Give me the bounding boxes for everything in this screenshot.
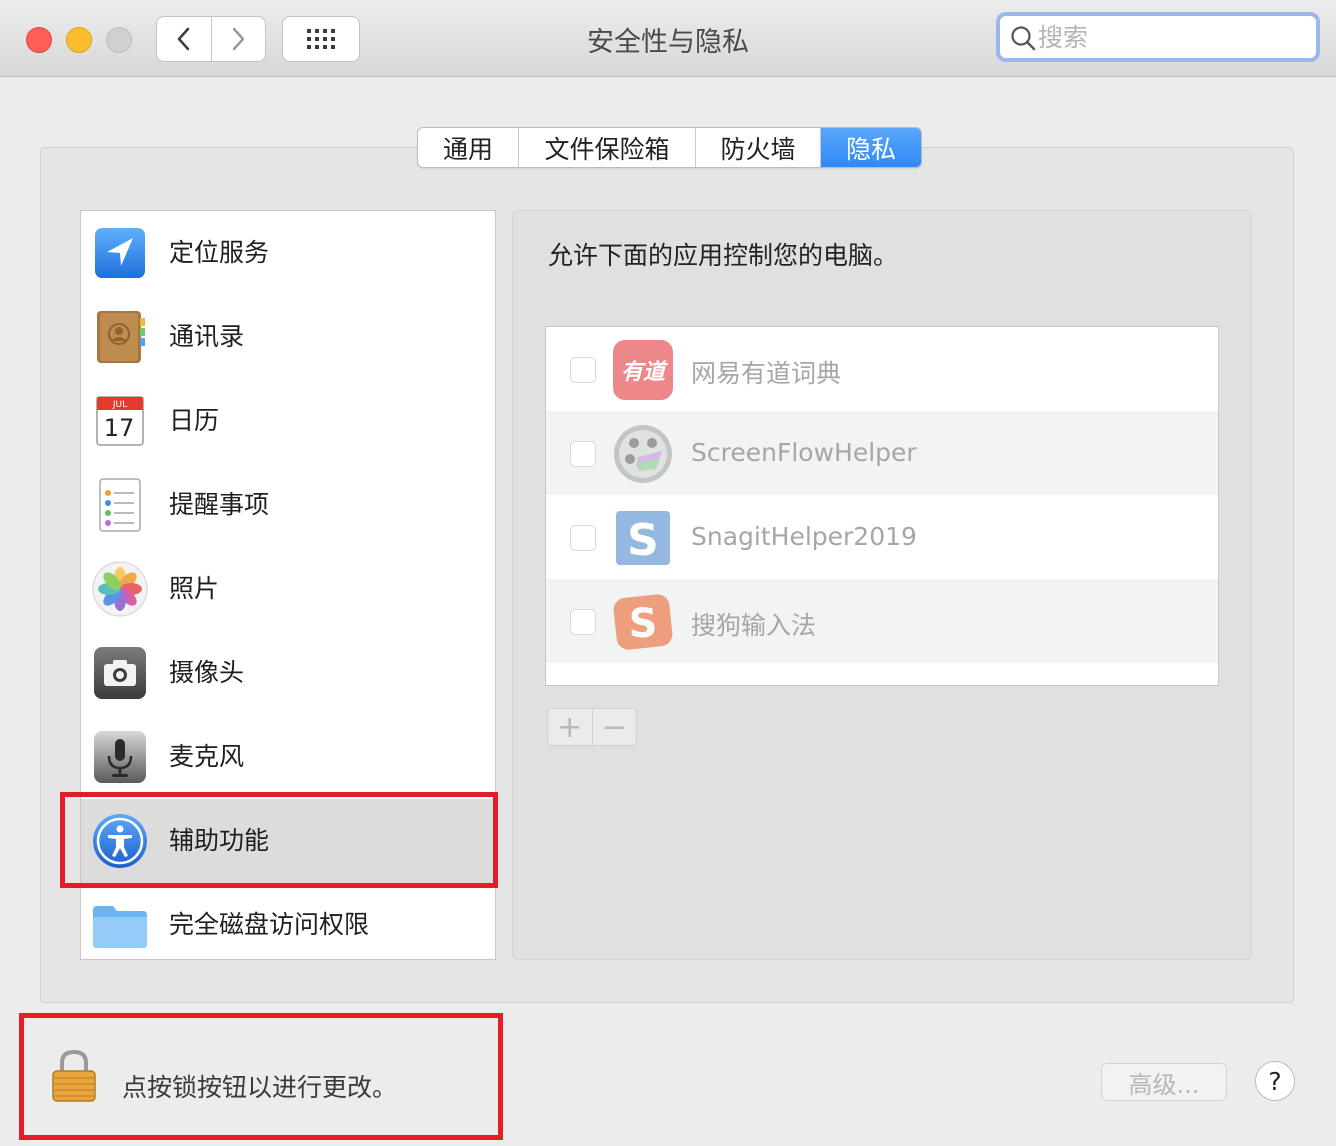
sidebar-item-label: 定位服务 (169, 238, 270, 267)
app-name: ScreenFlowHelper (691, 438, 917, 467)
remove-app-button[interactable]: − (591, 709, 637, 745)
highlight-box-lock (19, 1013, 503, 1140)
search-field[interactable] (996, 12, 1320, 62)
camera-icon (94, 647, 146, 699)
search-input[interactable] (1038, 19, 1308, 55)
sidebar-item-calendar[interactable]: JUL 17 日历 (81, 379, 495, 463)
forward-button[interactable] (210, 17, 266, 61)
tab-filevault[interactable]: 文件保险箱 (518, 128, 695, 167)
sidebar-item-photos[interactable]: 照片 (81, 547, 495, 631)
window-title: 安全性与隐私 (587, 27, 749, 58)
photos-icon (92, 561, 148, 617)
title-bar: 安全性与隐私 (0, 0, 1336, 77)
screenflow-icon (614, 425, 672, 483)
calendar-month-text: JUL (112, 400, 127, 410)
sidebar-item-label: 提醒事项 (169, 490, 270, 519)
app-name: 网易有道词典 (691, 359, 842, 388)
chevron-right-icon (233, 27, 245, 51)
back-button[interactable] (157, 17, 211, 61)
app-row-screenflow[interactable]: ScreenFlowHelper (546, 411, 1218, 495)
tab-firewall[interactable]: 防火墙 (695, 128, 820, 167)
chevron-left-icon (177, 27, 189, 51)
sidebar-item-label: 麦克风 (169, 742, 245, 771)
folder-icon (93, 906, 147, 948)
sidebar-item-camera[interactable]: 摄像头 (81, 631, 495, 715)
app-list: 有道 网易有道词典 ScreenFlowHelper S SnagitHelpe… (545, 326, 1219, 686)
tab-bar: 通用 文件保险箱 防火墙 隐私 (417, 127, 922, 168)
sogou-icon-text: S (629, 601, 658, 647)
minimize-window-button[interactable] (66, 27, 92, 53)
app-checkbox[interactable] (570, 441, 596, 467)
sidebar-item-label: 完全磁盘访问权限 (169, 910, 370, 939)
youdao-icon: 有道 (613, 340, 673, 400)
microphone-icon (94, 731, 146, 783)
app-row-sogou[interactable]: S 搜狗输入法 (546, 579, 1218, 663)
sidebar-item-label: 照片 (169, 574, 220, 603)
help-button[interactable]: ? (1255, 1061, 1295, 1101)
search-icon (1011, 26, 1036, 51)
highlight-box-accessibility (60, 792, 498, 888)
snagit-icon: S (616, 511, 670, 566)
close-window-button[interactable] (26, 27, 52, 53)
tab-privacy[interactable]: 隐私 (820, 128, 921, 167)
sidebar-item-full-disk-access[interactable]: 完全磁盘访问权限 (81, 883, 495, 967)
sidebar-item-microphone[interactable]: 麦克风 (81, 715, 495, 799)
app-checkbox[interactable] (570, 357, 596, 383)
advanced-button[interactable]: 高级... (1101, 1063, 1227, 1101)
navigation-buttons (156, 16, 266, 62)
tab-general[interactable]: 通用 (418, 128, 518, 167)
add-remove-control: + − (547, 708, 637, 746)
zoom-window-button[interactable] (106, 27, 132, 53)
sidebar-item-reminders[interactable]: 提醒事项 (81, 463, 495, 547)
app-checkbox[interactable] (570, 525, 596, 551)
sidebar-item-label: 日历 (169, 406, 220, 435)
security-privacy-window: 安全性与隐私 通用 文件保险箱 防火墙 隐私 定位服务 (0, 0, 1336, 1146)
show-all-button[interactable] (282, 16, 360, 62)
sidebar-item-location-services[interactable]: 定位服务 (81, 211, 495, 295)
sidebar-item-label: 摄像头 (169, 658, 245, 687)
snagit-icon-text: S (627, 515, 659, 566)
calendar-day-text: 17 (104, 414, 135, 442)
youdao-icon-text: 有道 (621, 359, 669, 385)
sogou-icon: S (613, 594, 673, 650)
reminders-icon (99, 478, 141, 532)
sidebar-item-label: 通讯录 (169, 322, 245, 351)
sidebar-item-contacts[interactable]: 通讯录 (81, 295, 495, 379)
app-name: 搜狗输入法 (691, 611, 817, 640)
app-row-snagit[interactable]: S SnagitHelper2019 (546, 495, 1218, 579)
contacts-book-icon (97, 311, 145, 363)
calendar-icon: JUL 17 (96, 396, 144, 446)
grid-icon (307, 29, 335, 49)
location-arrow-icon (95, 228, 145, 278)
add-app-button[interactable]: + (548, 709, 592, 745)
app-row-youdao[interactable]: 有道 网易有道词典 (546, 327, 1218, 411)
app-checkbox[interactable] (570, 609, 596, 635)
panel-description: 允许下面的应用控制您的电脑。 (548, 241, 899, 270)
app-name: SnagitHelper2019 (691, 522, 917, 551)
